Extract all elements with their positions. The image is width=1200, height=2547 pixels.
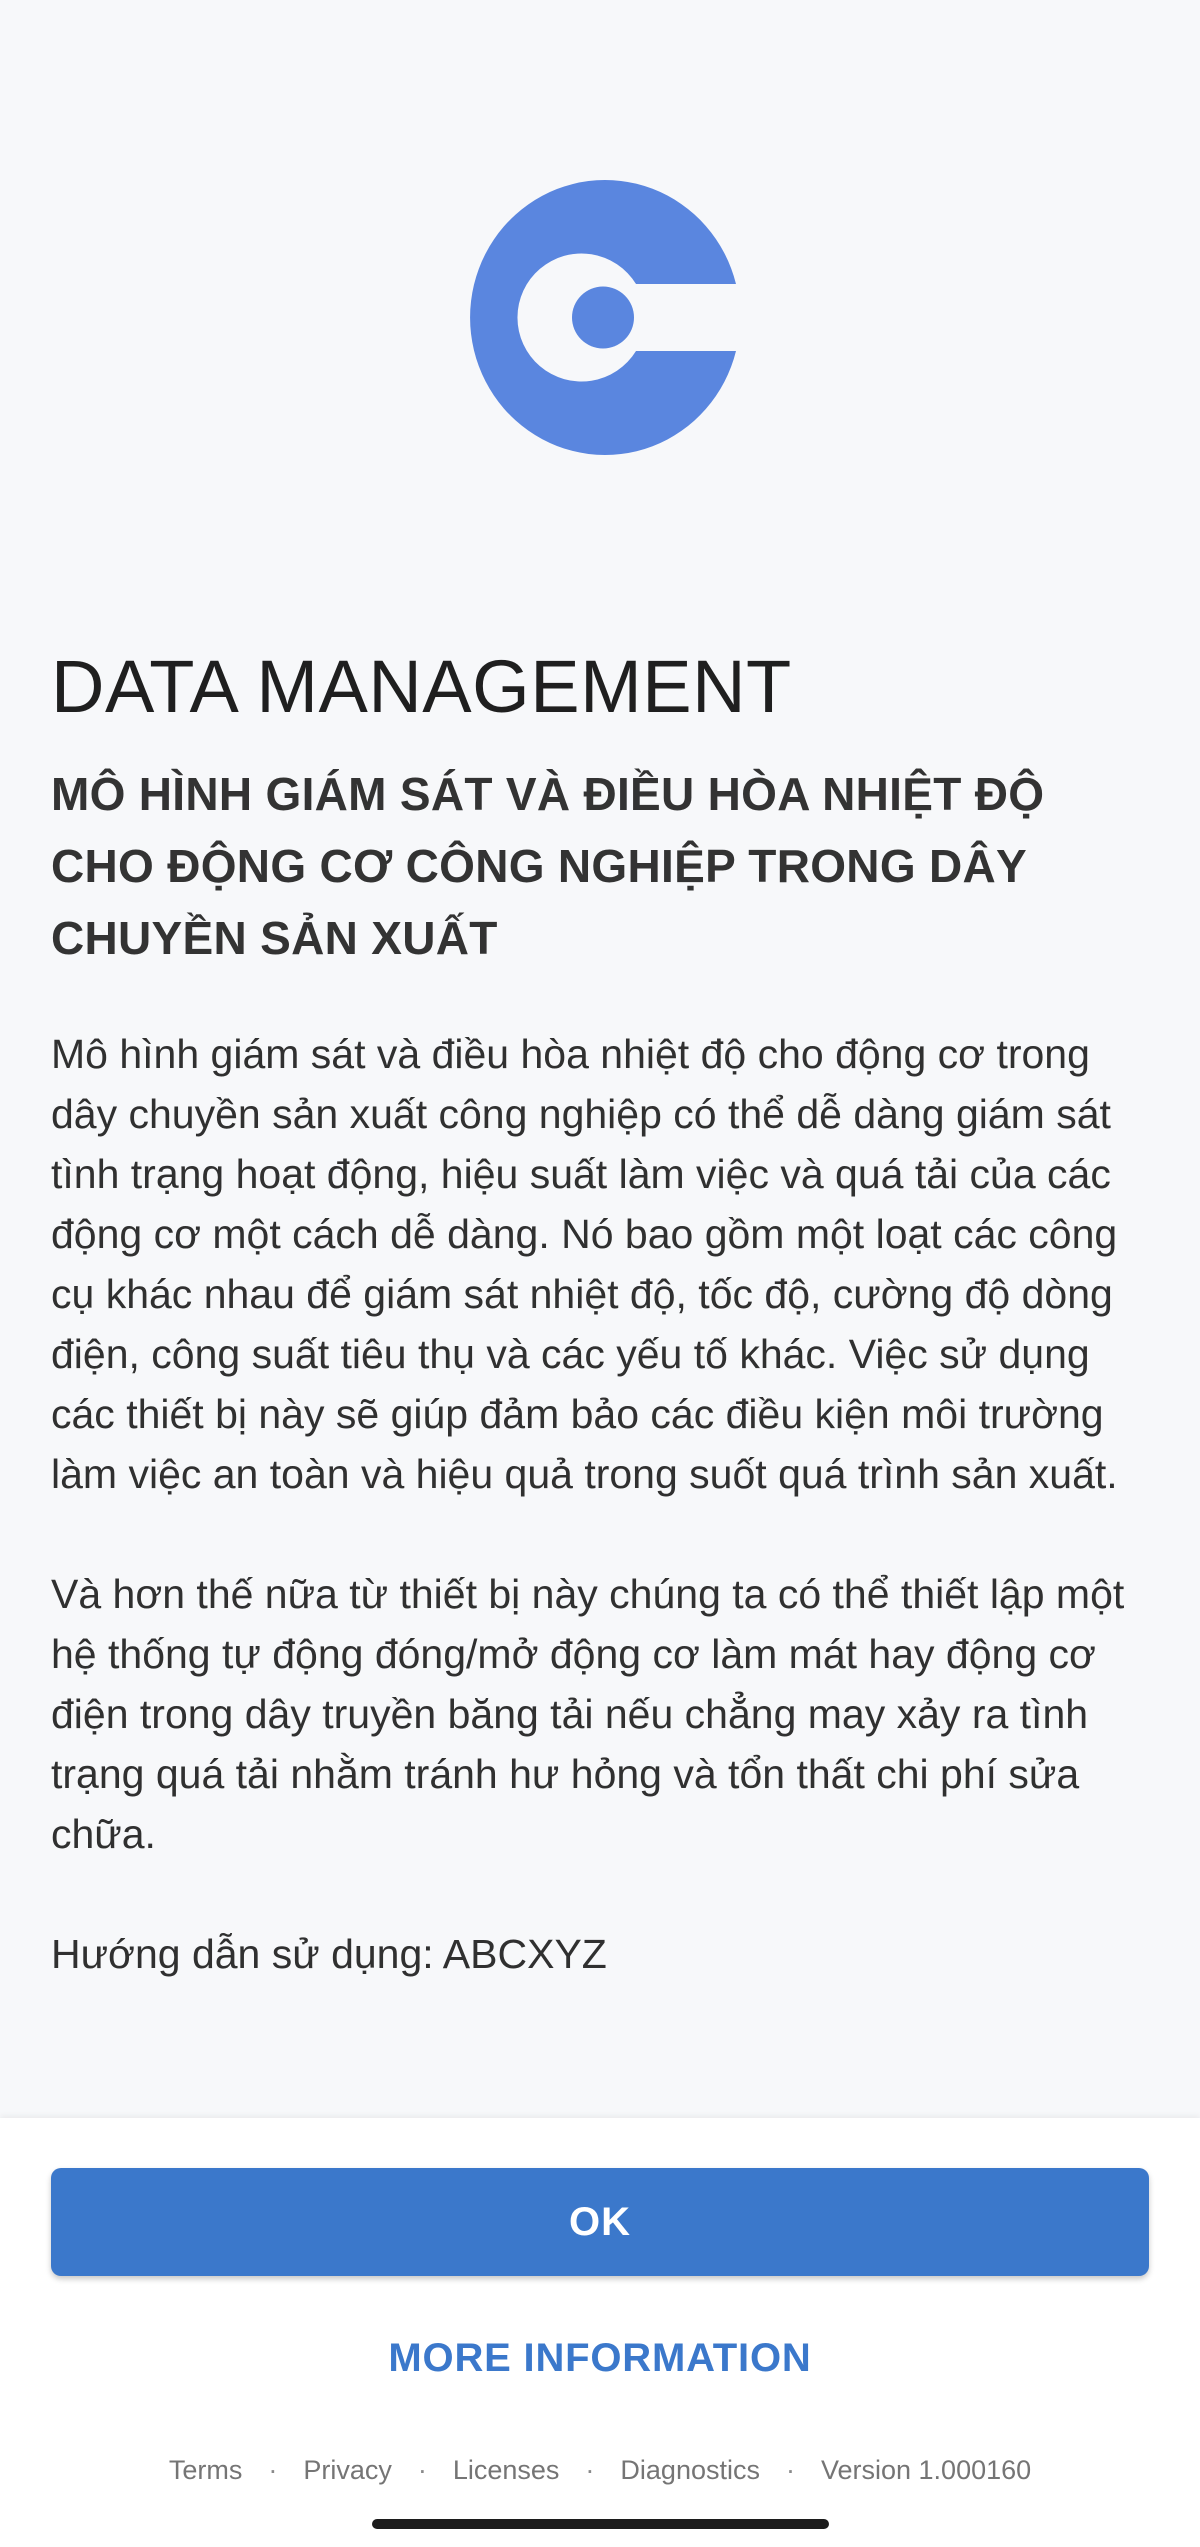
terms-link[interactable]: Terms <box>169 2455 243 2486</box>
footer-separator: · <box>417 2454 427 2485</box>
page-title: DATA MANAGEMENT <box>51 645 792 728</box>
more-information-link[interactable]: MORE INFORMATION <box>0 2318 1200 2398</box>
footer-separator: · <box>268 2454 278 2485</box>
bottom-action-panel: OK MORE INFORMATION Terms · Privacy · Li… <box>0 2118 1200 2547</box>
version-label: Version 1.000160 <box>820 2454 1032 2485</box>
main-content: DATA MANAGEMENT MÔ HÌNH GIÁM SÁT VÀ ĐIỀU… <box>51 640 1151 1984</box>
description-paragraph: Mô hình giám sát và điều hòa nhiệt độ ch… <box>51 1031 1118 1497</box>
home-indicator[interactable] <box>372 2519 829 2529</box>
diagnostics-link[interactable]: Diagnostics <box>620 2455 760 2486</box>
page-subtitle: MÔ HÌNH GIÁM SÁT VÀ ĐIỀU HÒA NHIỆT ĐỘ CH… <box>51 768 1045 964</box>
privacy-link[interactable]: Privacy <box>303 2455 392 2486</box>
screen: DATA MANAGEMENT MÔ HÌNH GIÁM SÁT VÀ ĐIỀU… <box>0 0 1200 2547</box>
footer-links: Terms · Privacy · Licenses · Diagnostics… <box>0 2440 1200 2500</box>
ok-button[interactable]: OK <box>51 2168 1149 2276</box>
footer-separator: · <box>585 2454 595 2485</box>
licenses-link[interactable]: Licenses <box>453 2455 560 2486</box>
usage-instructions: Hướng dẫn sử dụng: ABCXYZ <box>51 1931 607 1977</box>
footer-separator: · <box>785 2454 795 2485</box>
app-logo-icon <box>466 180 736 456</box>
description-paragraph: Và hơn thế nữa từ thiết bị này chúng ta … <box>51 1571 1125 1857</box>
